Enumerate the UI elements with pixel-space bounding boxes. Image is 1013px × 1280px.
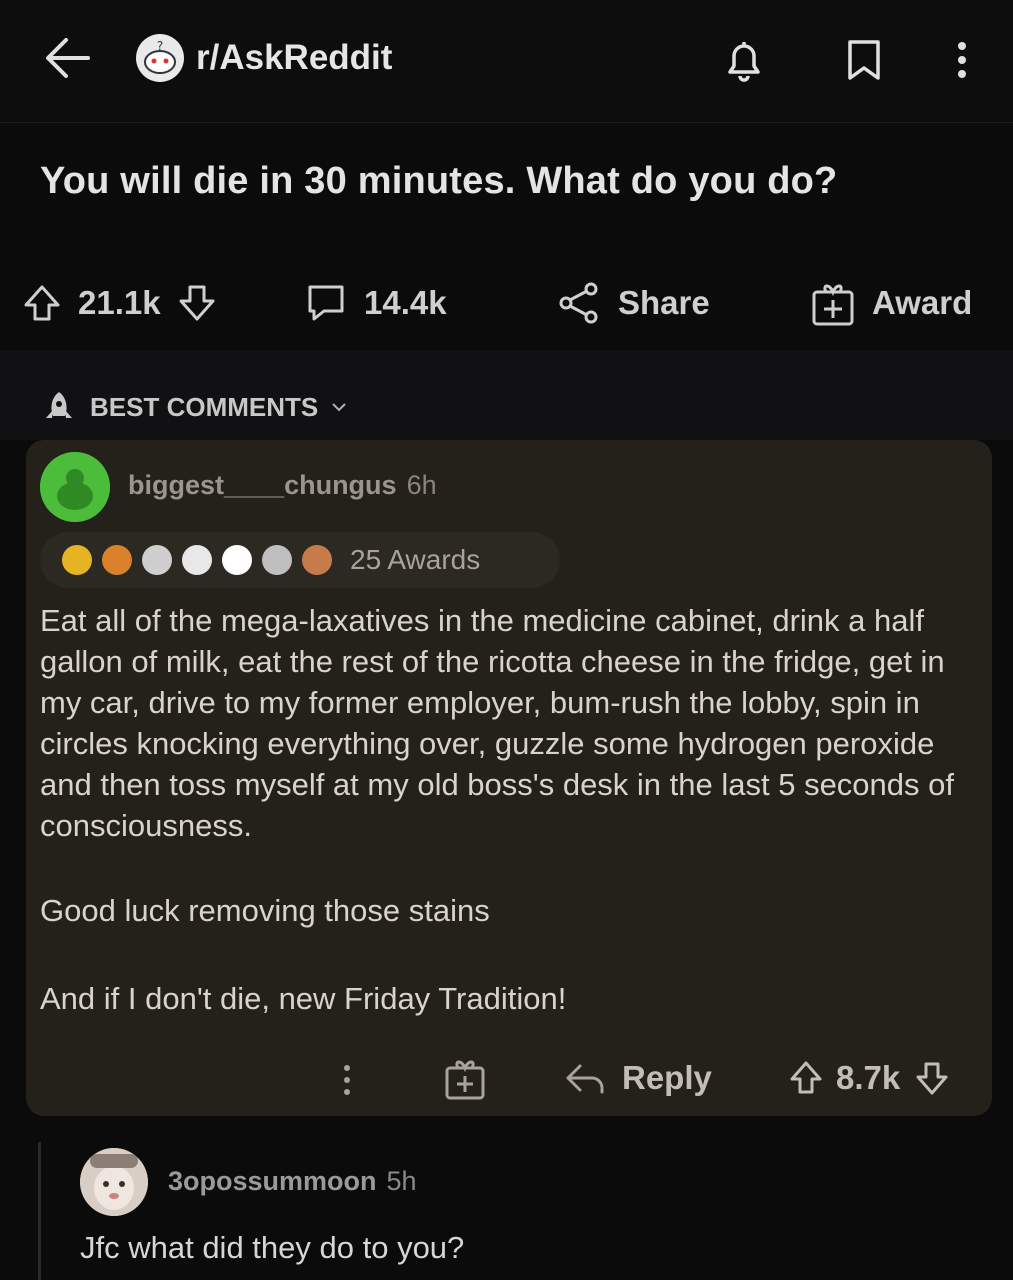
downvote-icon[interactable] xyxy=(175,281,233,325)
sort-label: BEST COMMENTS xyxy=(90,391,319,422)
post-actions: 21.1k 14.4k Share Award xyxy=(0,270,1013,340)
svg-text:?: ? xyxy=(157,39,163,53)
award-badge xyxy=(222,545,252,575)
award-gift-icon xyxy=(808,278,872,328)
post-vote-group: 21.1k xyxy=(20,270,233,336)
username[interactable]: 3opossummoon xyxy=(168,1166,377,1196)
comment-paragraph: Eat all of the mega-laxatives in the med… xyxy=(40,603,955,843)
comments-button[interactable]: 14.4k xyxy=(302,270,447,336)
comment-more-icon[interactable] xyxy=(332,1058,362,1102)
reply-arrow-icon xyxy=(562,1058,606,1098)
more-vertical-icon[interactable] xyxy=(944,34,980,86)
comment-vote-count: 8.7k xyxy=(836,1059,901,1096)
comment-bubble-icon xyxy=(302,279,364,327)
sort-comments-button[interactable]: BEST COMMENTS xyxy=(40,388,360,426)
reply-button[interactable]: Reply xyxy=(562,1058,712,1098)
comment-author[interactable]: biggest____chungus 6h xyxy=(128,470,437,501)
share-label: Share xyxy=(618,284,710,321)
award-label: Award xyxy=(872,284,973,321)
comment-vote-group: 8.7k xyxy=(786,1058,952,1098)
reply-author[interactable]: 3opossummoon 5h xyxy=(168,1166,417,1197)
comment-paragraph: And if I don't die, new Friday Tradition… xyxy=(40,981,567,1016)
upvote-count: 21.1k xyxy=(78,284,161,321)
award-badge xyxy=(262,545,292,575)
comment-body: Eat all of the mega-laxatives in the med… xyxy=(40,600,980,1016)
upvote-icon[interactable] xyxy=(20,281,78,325)
comment-award-icon[interactable] xyxy=(442,1056,488,1102)
award-badge xyxy=(182,545,212,575)
post-title[interactable]: You will die in 30 minutes. What do you … xyxy=(40,160,837,203)
awards-row[interactable]: 25 Awards xyxy=(40,532,560,588)
username[interactable]: biggest____chungus xyxy=(128,470,397,500)
upvote-icon[interactable] xyxy=(786,1058,826,1098)
reply-label: Reply xyxy=(622,1059,712,1096)
rocket-icon xyxy=(40,388,90,426)
timestamp: 5h xyxy=(386,1166,417,1196)
award-badge xyxy=(62,545,92,575)
back-arrow-icon[interactable] xyxy=(40,30,96,86)
share-icon xyxy=(554,278,618,328)
share-button[interactable]: Share xyxy=(554,270,710,336)
comment-count: 14.4k xyxy=(364,284,447,321)
comment-actions: Reply 8.7k xyxy=(0,1050,1013,1114)
reply-text: Jfc what did they do to you? xyxy=(80,1230,465,1265)
thread-line[interactable] xyxy=(38,1142,41,1280)
subreddit-name[interactable]: r/AskReddit xyxy=(196,38,392,78)
award-badge xyxy=(302,545,332,575)
avatar[interactable] xyxy=(80,1148,148,1216)
downvote-icon[interactable] xyxy=(912,1058,952,1098)
comment-paragraph: Good luck removing those stains xyxy=(40,893,490,928)
top-bar: ? r/AskReddit xyxy=(0,0,1013,123)
award-button[interactable]: Award xyxy=(808,270,972,336)
avatar[interactable] xyxy=(40,452,110,522)
bookmark-icon[interactable] xyxy=(838,32,890,88)
award-badge xyxy=(142,545,172,575)
timestamp: 6h xyxy=(406,470,437,500)
chevron-down-icon xyxy=(330,398,360,416)
subreddit-avatar-icon[interactable]: ? xyxy=(136,34,184,82)
award-badge xyxy=(102,545,132,575)
bell-icon[interactable] xyxy=(716,32,772,88)
awards-count: 25 Awards xyxy=(350,544,481,575)
